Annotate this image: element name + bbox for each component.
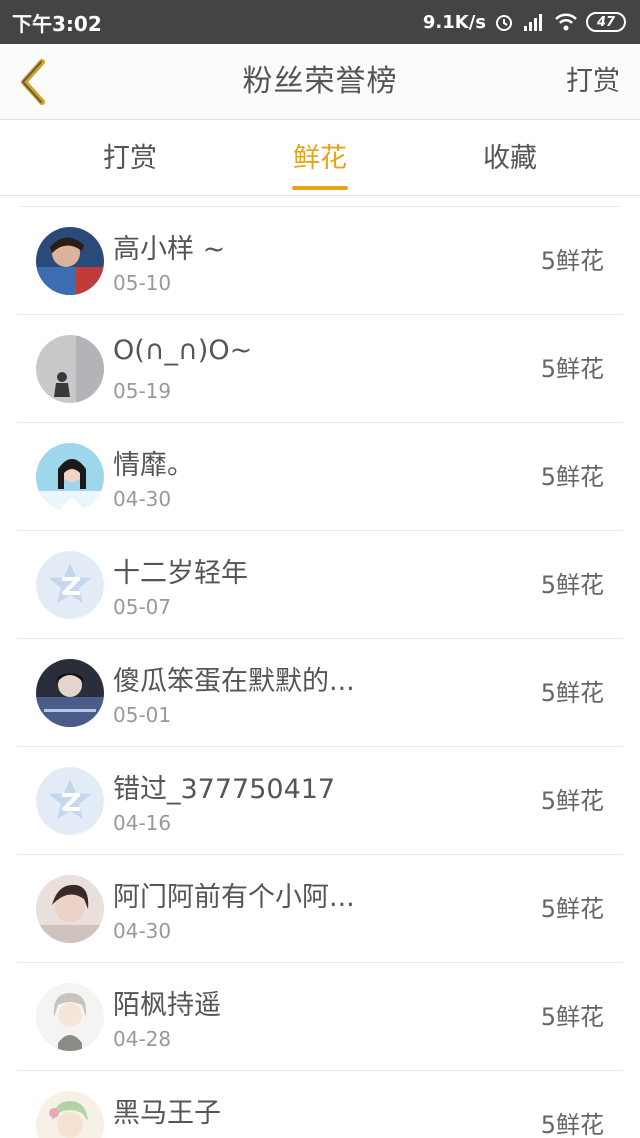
status-time: 下午3:02 — [12, 11, 102, 36]
status-indicators: 9.1K/s 47 — [423, 12, 626, 33]
avatar — [36, 983, 104, 1051]
fan-date: 04-30 — [113, 487, 172, 511]
list-item[interactable]: 错过_377750417 04-16 5鲜花 — [18, 747, 622, 855]
list-item[interactable]: O(∩_∩)O~ 05-19 5鲜花 — [18, 315, 622, 423]
fan-date: 04-16 — [113, 811, 172, 835]
list-item[interactable]: 高小样 ~ 05-10 5鲜花 — [18, 207, 622, 315]
fan-date: 05-10 — [113, 271, 172, 295]
default-avatar-icon — [36, 551, 104, 619]
fan-date: 05-19 — [113, 379, 172, 403]
wifi-icon — [554, 12, 578, 32]
fan-name: 黑马王子 — [113, 1098, 221, 1129]
default-avatar-icon — [36, 767, 104, 835]
gift-amount: 5鲜花 — [540, 787, 604, 815]
list-item[interactable]: 十二岁轻年 05-07 5鲜花 — [18, 531, 622, 639]
fan-date: 05-07 — [113, 595, 172, 619]
fan-name: 傻瓜笨蛋在默默的... — [113, 666, 355, 697]
gift-amount: 5鲜花 — [540, 1003, 604, 1031]
nav-bar: 粉丝荣誉榜 打赏 — [0, 44, 640, 120]
fan-list: 高小样 ~ 05-10 5鲜花 O(∩_∩)O~ 05-19 5鲜花 情靡。 0… — [0, 196, 640, 1138]
avatar — [36, 227, 104, 295]
fan-name: 错过_377750417 — [113, 774, 336, 805]
page-title: 粉丝荣誉榜 — [242, 64, 398, 99]
active-tab-indicator — [292, 186, 348, 190]
gift-amount: 5鲜花 — [540, 355, 604, 383]
list-item[interactable]: 傻瓜笨蛋在默默的... 05-01 5鲜花 — [18, 639, 622, 747]
fan-date: 05-01 — [113, 703, 172, 727]
fan-name: O(∩_∩)O~ — [113, 335, 253, 366]
gift-amount: 5鲜花 — [540, 463, 604, 491]
gift-amount: 5鲜花 — [540, 571, 604, 599]
avatar — [36, 443, 104, 511]
gift-amount: 5鲜花 — [540, 247, 604, 275]
avatar — [36, 1091, 104, 1138]
list-item[interactable]: 黑马王子 5鲜花 — [18, 1071, 622, 1138]
tab-collect[interactable]: 收藏 — [450, 120, 570, 196]
list-item[interactable]: 阿门阿前有个小阿... 04-30 5鲜花 — [18, 855, 622, 963]
list-item[interactable]: 陌枫持遥 04-28 5鲜花 — [18, 963, 622, 1071]
alarm-icon — [494, 12, 514, 32]
reward-button[interactable]: 打赏 — [566, 44, 620, 120]
battery-icon: 47 — [586, 12, 626, 32]
fan-date: 04-30 — [113, 919, 172, 943]
fan-date: 04-28 — [113, 1027, 172, 1051]
chevron-left-icon — [21, 59, 45, 105]
fan-name: 十二岁轻年 — [113, 558, 248, 589]
avatar — [36, 659, 104, 727]
tab-flowers[interactable]: 鲜花 — [260, 120, 380, 196]
gift-amount: 5鲜花 — [540, 1111, 604, 1138]
signal-icon — [522, 12, 546, 32]
fan-name: 阿门阿前有个小阿... — [113, 882, 355, 913]
avatar — [36, 875, 104, 943]
fan-name: 情靡。 — [113, 450, 194, 481]
network-speed: 9.1K/s — [422, 11, 486, 33]
fan-name: 高小样 ~ — [113, 234, 226, 265]
fan-name: 陌枫持遥 — [113, 990, 221, 1021]
tab-reward[interactable]: 打赏 — [70, 120, 190, 196]
tab-bar: 打赏 鲜花 收藏 — [0, 120, 640, 196]
gift-amount: 5鲜花 — [540, 679, 604, 707]
list-item[interactable]: 情靡。 04-30 5鲜花 — [18, 423, 622, 531]
tab-flowers-label: 鲜花 — [293, 143, 347, 174]
gift-amount: 5鲜花 — [540, 895, 604, 923]
status-bar: 下午3:02 9.1K/s 47 — [0, 0, 640, 44]
avatar — [36, 335, 104, 403]
back-button[interactable] — [14, 58, 54, 106]
